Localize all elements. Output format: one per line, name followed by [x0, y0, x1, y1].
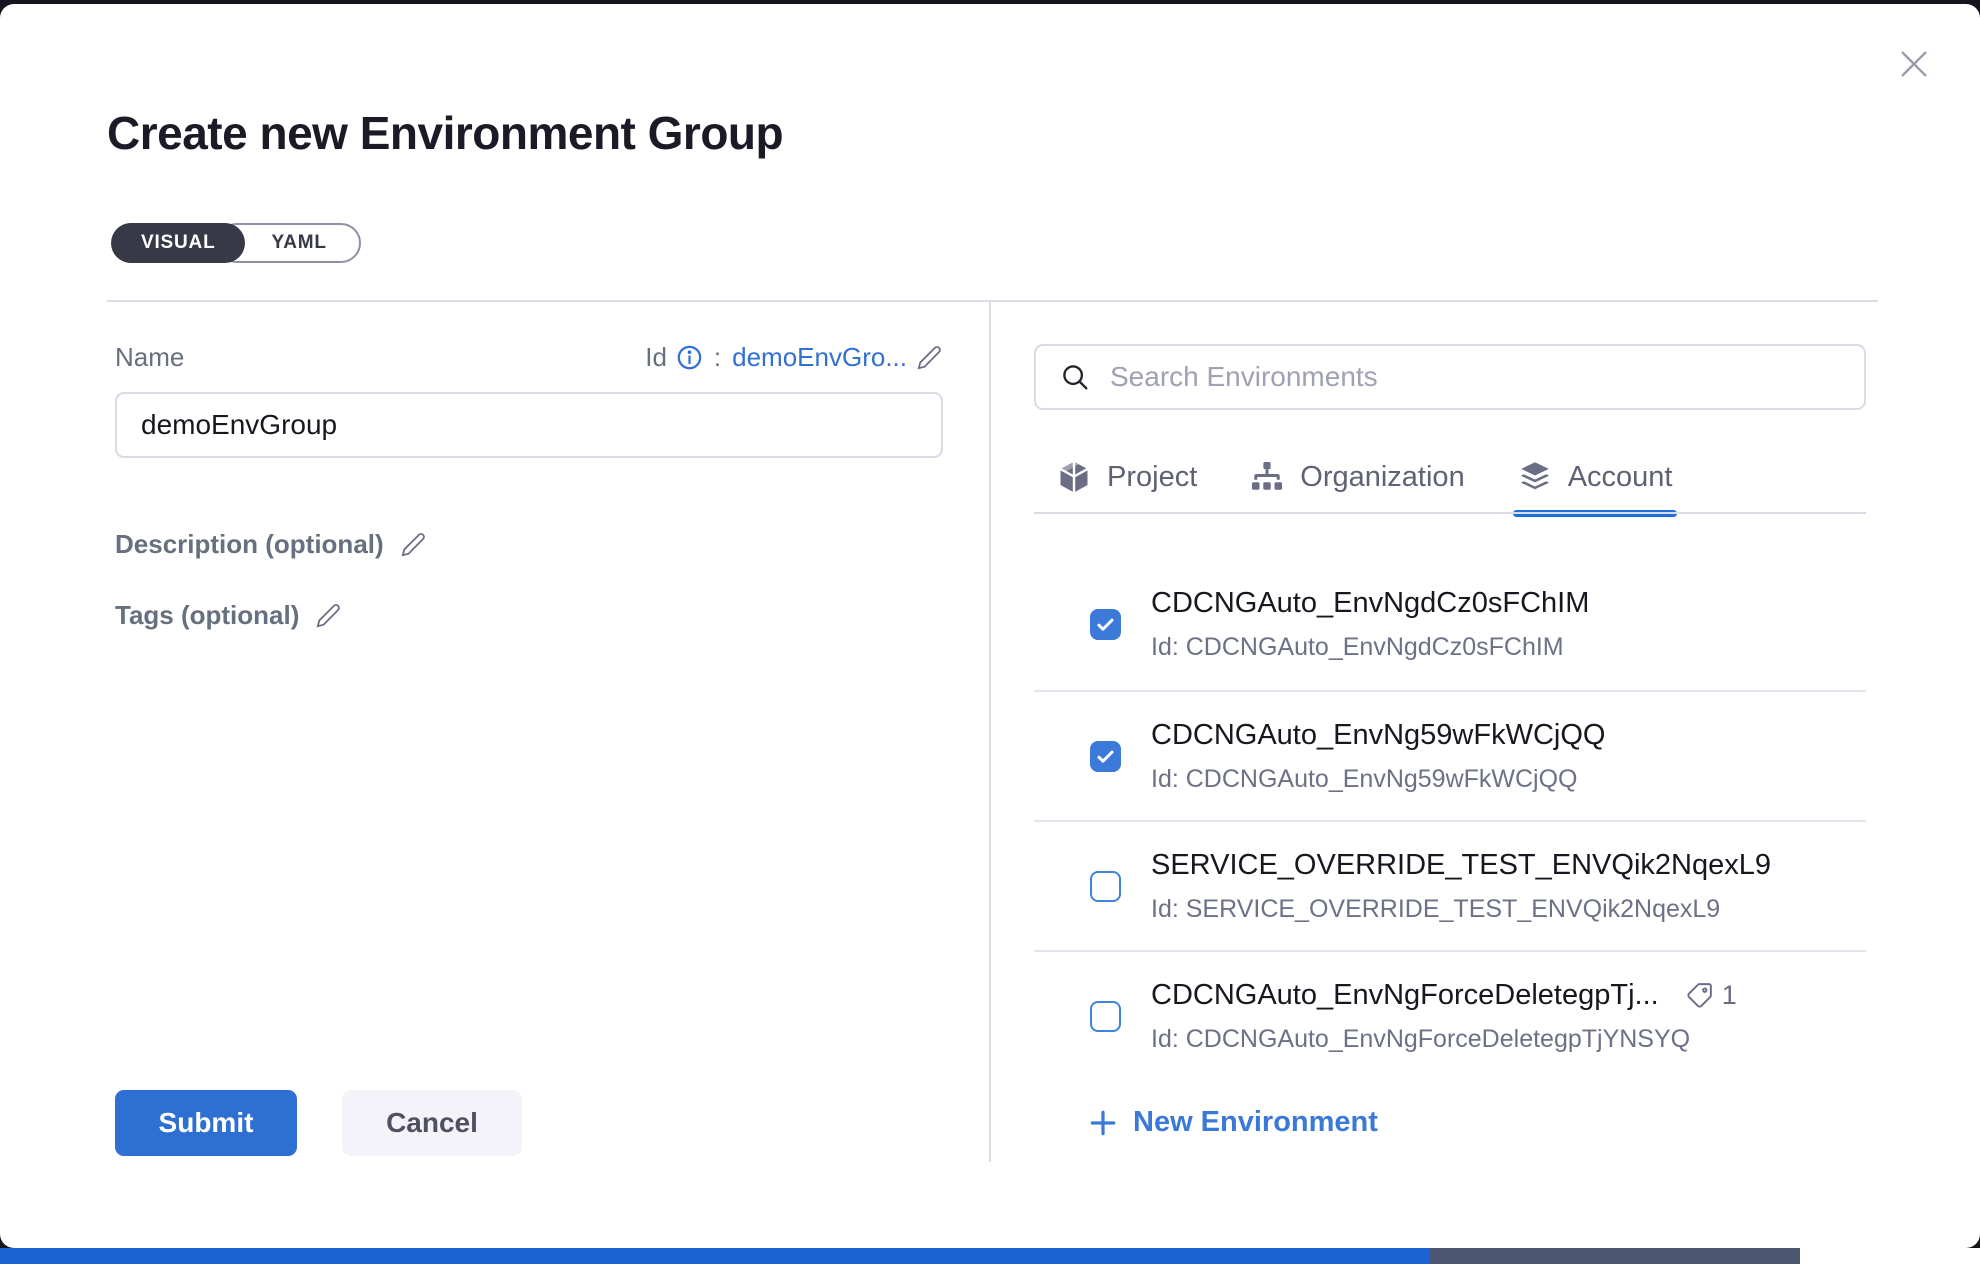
new-environment-label: New Environment	[1133, 1106, 1378, 1139]
search-box	[1034, 344, 1866, 410]
bottom-bar-white-segment	[1800, 1248, 1980, 1264]
new-environment-button[interactable]: New Environment	[1088, 1106, 1378, 1139]
info-icon[interactable]	[676, 344, 703, 371]
tabs-divider	[1034, 512, 1866, 514]
environment-name: CDCNGAuto_EnvNgdCz0sFChIM	[1151, 587, 1589, 620]
id-value-link[interactable]: demoEnvGro...	[732, 342, 907, 373]
close-button[interactable]	[1892, 44, 1936, 88]
dialog-actions: Submit Cancel	[115, 1090, 522, 1156]
environment-text: CDCNGAuto_EnvNgdCz0sFChIM Id: CDCNGAuto_…	[1151, 587, 1589, 662]
scope-tabs: Project Organization Account	[1034, 440, 1866, 514]
cancel-button[interactable]: Cancel	[342, 1090, 522, 1156]
environment-checkbox[interactable]	[1090, 741, 1121, 772]
column-divider	[989, 302, 991, 1162]
layers-icon	[1517, 459, 1553, 495]
check-icon	[1095, 746, 1116, 767]
org-chart-icon	[1249, 459, 1285, 495]
tab-project-label: Project	[1107, 461, 1197, 494]
environment-list: CDCNGAuto_EnvNgdCz0sFChIM Id: CDCNGAuto_…	[1034, 516, 1866, 1052]
toggle-visual[interactable]: VISUAL	[111, 223, 245, 263]
tab-organization[interactable]: Organization	[1249, 440, 1464, 514]
environment-checkbox[interactable]	[1090, 609, 1121, 640]
bottom-bar-blue-segment	[0, 1248, 1430, 1264]
environment-list-item[interactable]: CDCNGAuto_EnvNgForceDeletegpTj... 1 Id: …	[1034, 952, 1866, 1052]
tags-row: Tags (optional)	[115, 600, 342, 631]
environment-list-item[interactable]: SERVICE_OVERRIDE_TEST_ENVQik2NqexL9 Id: …	[1034, 822, 1866, 952]
environment-id: Id: CDCNGAuto_EnvNg59wFkWCjQQ	[1151, 765, 1605, 794]
environment-text: SERVICE_OVERRIDE_TEST_ENVQik2NqexL9 Id: …	[1151, 849, 1771, 924]
environment-id: Id: SERVICE_OVERRIDE_TEST_ENVQik2NqexL9	[1151, 895, 1771, 924]
edit-tags-pencil-icon[interactable]	[315, 602, 342, 629]
cube-icon	[1056, 459, 1092, 495]
environment-list-item[interactable]: CDCNGAuto_EnvNg59wFkWCjQQ Id: CDCNGAuto_…	[1034, 692, 1866, 822]
background-bottom-bar	[0, 1248, 1980, 1264]
name-input[interactable]	[115, 392, 943, 458]
id-separator: :	[714, 342, 721, 373]
close-icon	[1897, 47, 1931, 86]
environment-tag-count: 1	[1722, 980, 1737, 1011]
tab-account-label: Account	[1568, 461, 1673, 494]
name-id-row: Name Id : demoEnvGro...	[115, 342, 943, 373]
screen: Create new Environment Group VISUAL YAML…	[0, 0, 1980, 1264]
id-label: Id	[645, 342, 667, 373]
submit-button[interactable]: Submit	[115, 1090, 297, 1156]
environment-text: CDCNGAuto_EnvNg59wFkWCjQQ Id: CDCNGAuto_…	[1151, 719, 1605, 794]
environment-checkbox[interactable]	[1090, 1001, 1121, 1032]
environment-tag-badge: 1	[1685, 980, 1737, 1011]
check-icon	[1095, 614, 1116, 635]
environment-id: Id: CDCNGAuto_EnvNgdCz0sFChIM	[1151, 633, 1589, 662]
search-icon	[1060, 362, 1090, 392]
environment-text: CDCNGAuto_EnvNgForceDeletegpTj... 1 Id: …	[1151, 979, 1737, 1053]
tab-account[interactable]: Account	[1517, 440, 1673, 514]
environment-list-item[interactable]: CDCNGAuto_EnvNgdCz0sFChIM Id: CDCNGAuto_…	[1034, 516, 1866, 692]
visual-yaml-toggle: VISUAL YAML	[111, 223, 361, 263]
environment-id: Id: CDCNGAuto_EnvNgForceDeletegpTjYNSYQ	[1151, 1025, 1737, 1053]
tab-organization-label: Organization	[1300, 461, 1464, 494]
id-row: Id : demoEnvGro...	[645, 342, 943, 373]
description-row: Description (optional)	[115, 529, 427, 560]
environment-name: CDCNGAuto_EnvNgForceDeletegpTj...	[1151, 979, 1659, 1012]
create-environment-group-dialog: Create new Environment Group VISUAL YAML…	[0, 4, 1980, 1248]
edit-id-pencil-icon[interactable]	[916, 344, 943, 371]
plus-icon	[1088, 1108, 1118, 1138]
tags-label: Tags (optional)	[115, 600, 299, 631]
description-label: Description (optional)	[115, 529, 384, 560]
edit-description-pencil-icon[interactable]	[400, 531, 427, 558]
search-input[interactable]	[1090, 361, 1864, 393]
tag-icon	[1685, 981, 1714, 1010]
page-title: Create new Environment Group	[107, 106, 783, 160]
tab-project[interactable]: Project	[1056, 440, 1197, 514]
name-label: Name	[115, 342, 184, 373]
header-divider	[107, 300, 1878, 302]
environment-name: SERVICE_OVERRIDE_TEST_ENVQik2NqexL9	[1151, 849, 1771, 882]
environment-checkbox[interactable]	[1090, 871, 1121, 902]
environment-name: CDCNGAuto_EnvNg59wFkWCjQQ	[1151, 719, 1605, 752]
bottom-bar-slate-segment	[1430, 1248, 1800, 1264]
